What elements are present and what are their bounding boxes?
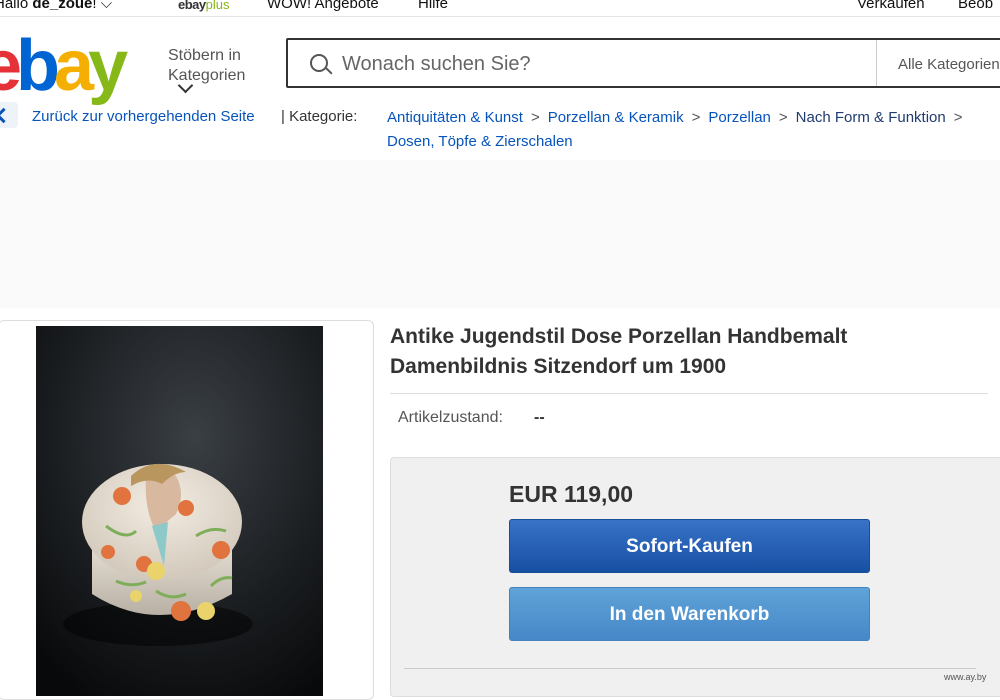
watchlist-link[interactable]: Beob [958,0,993,12]
ebay-plus-link[interactable]: ebayplus [178,0,230,12]
buy-now-button[interactable]: Sofort-Kaufen [509,519,870,573]
deals-link[interactable]: WOW! Angebote [267,0,379,12]
divider [876,40,877,86]
chevron-down-icon: ⌵ [100,0,113,12]
breadcrumb-separator: > [691,109,701,126]
greeting-username: de_zoue [32,0,93,12]
ebay-plus-logo-text: ebay [178,0,206,12]
breadcrumb-link[interactable]: Nach Form & Funktion [796,109,946,126]
back-link[interactable]: Zurück zur vorhergehenden Seite [32,108,255,125]
buy-box [390,457,1000,697]
breadcrumb-separator: > [778,109,788,126]
breadcrumb-link[interactable]: Dosen, Töpfe & Zierschalen [387,133,573,150]
search-input[interactable] [340,48,864,80]
item-price: EUR 119,00 [509,481,634,507]
back-arrow-icon[interactable] [0,102,18,128]
divider [390,393,988,394]
category-label: | Kategorie: [281,108,358,125]
breadcrumb-link[interactable]: Antiquitäten & Kunst [387,109,523,126]
logo-letter: y [88,26,128,106]
category-select[interactable]: Alle Kategorien [898,56,1000,73]
logo-letter: e [0,26,22,106]
greeting[interactable]: Hallo de_zoue! ⌵ [0,0,112,12]
item-title: Antike Jugendstil Dose Porzellan Handbem… [390,325,848,378]
product-photo[interactable] [36,326,323,696]
breadcrumb-link[interactable]: Porzellan & Keramik [548,109,684,126]
logo-letter: b [16,26,60,106]
search-box: Alle Kategorien [286,38,1000,88]
breadcrumb: Antiquitäten & Kunst > Porzellan & Keramik… [387,106,1000,154]
greeting-suffix: ! [92,0,97,12]
help-link[interactable]: Hilfe [418,0,448,12]
watermark: www.ay.by [944,672,987,682]
divider [404,668,976,669]
breadcrumb-separator: > [530,109,540,126]
ad-area [0,160,1000,308]
ebay-logo[interactable]: ebay [0,30,128,102]
top-utility-bar: Hallo de_zoue! ⌵ ebayplus WOW! Angebote … [0,0,1000,17]
sell-link[interactable]: Verkaufen [857,0,925,12]
breadcrumb-link[interactable]: Porzellan [708,109,771,126]
condition-value: -- [534,409,545,426]
add-to-cart-button[interactable]: In den Warenkorb [509,587,870,641]
logo-letter: a [54,26,94,106]
greeting-prefix: Hallo [0,0,29,12]
ebay-plus-logo-plus: plus [205,0,230,12]
search-icon[interactable] [310,54,328,72]
browse-categories-button[interactable]: Stöbern in Kategorien [168,46,258,94]
condition-label: Artikelzustand: [398,409,503,426]
breadcrumb-separator: > [953,109,963,126]
